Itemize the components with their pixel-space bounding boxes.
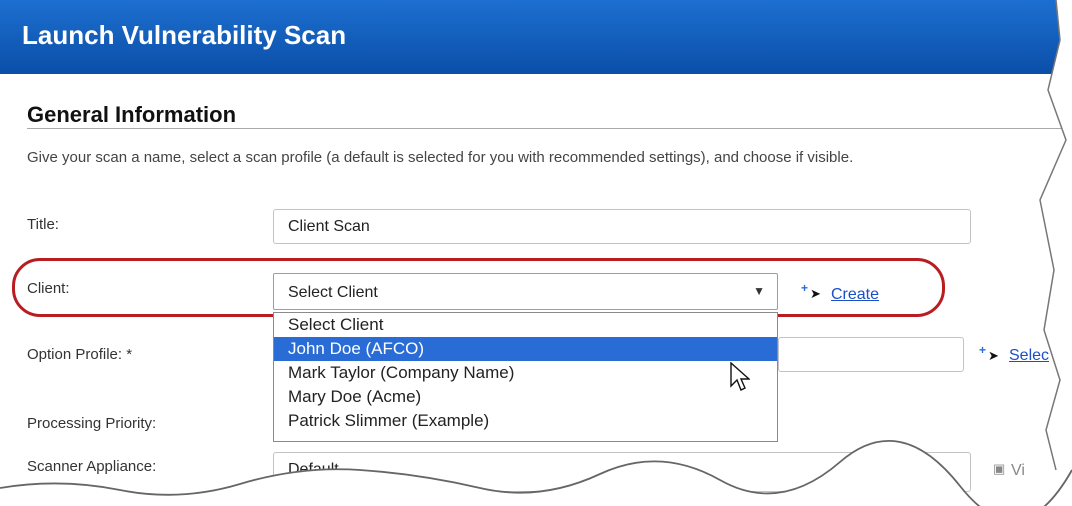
torn-edge-decoration	[0, 0, 1072, 506]
